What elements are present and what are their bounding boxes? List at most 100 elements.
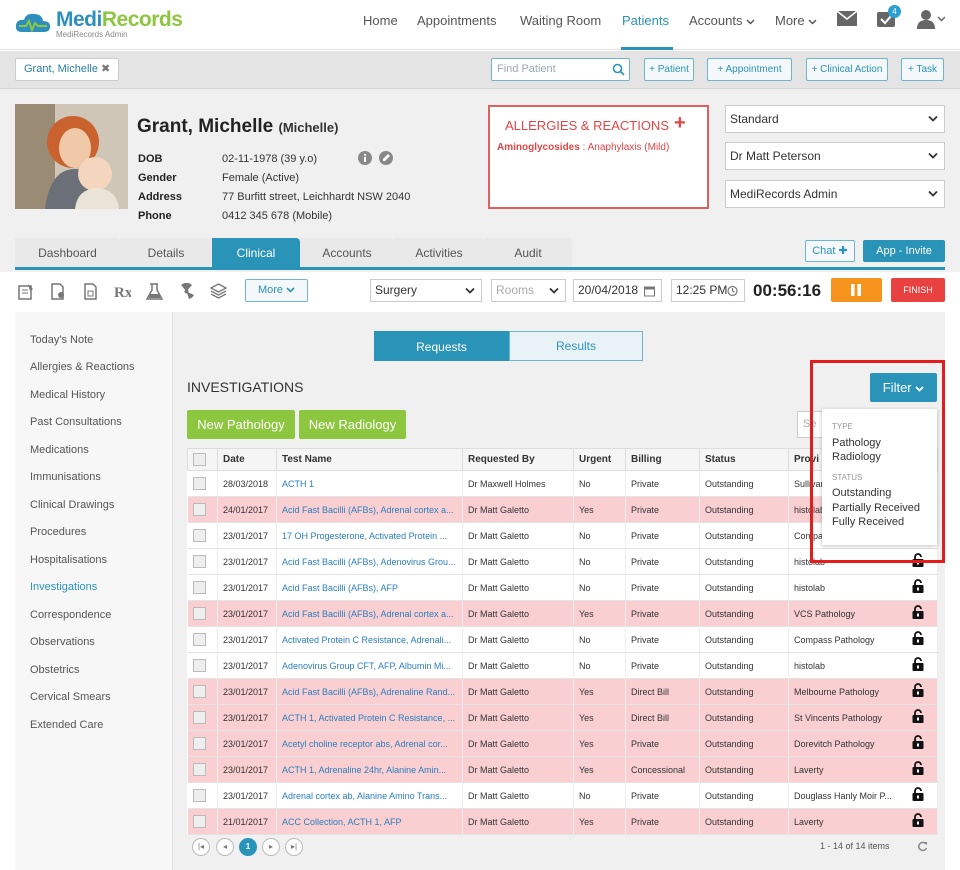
row-checkbox[interactable] [187,548,218,575]
finish-button[interactable]: FINISH [891,278,945,302]
report-icon[interactable] [83,283,99,300]
row-checkbox[interactable] [187,756,218,783]
cell-test-name[interactable]: Acetyl choline receptor abs, Adrenal cor… [276,730,463,757]
unlock-icon[interactable] [912,709,924,723]
table-row[interactable]: 23/01/2017 Acid Fast Bacilli (AFBs), Adre… [187,678,938,705]
find-patient-input[interactable]: Find Patient [491,58,630,81]
user-menu-icon[interactable] [917,9,945,29]
sidebar-item-medical-history[interactable]: Medical History [30,389,105,401]
table-row[interactable]: 23/01/2017 ACTH 1, Activated Protein C Re… [187,704,938,731]
select-all-checkbox[interactable] [187,448,218,471]
calendar-icon[interactable] [644,285,655,296]
edit-details-icon[interactable] [379,151,393,165]
first-page-button[interactable]: |◂ [192,838,210,856]
tab-results[interactable]: Results [509,331,643,361]
sidebar-item-allergies-reactions[interactable]: Allergies & Reactions [30,361,135,373]
tab-accounts[interactable]: Accounts [300,238,394,269]
sidebar-item-cervical-smears[interactable]: Cervical Smears [30,691,111,703]
rooms-select[interactable]: Rooms [491,279,566,302]
new-radiology-button[interactable]: New Radiology [299,410,406,439]
new-pathology-button[interactable]: New Pathology [187,410,295,439]
add-appointment-button[interactable]: + Appointment [707,58,792,81]
sidebar-item-clinical-drawings[interactable]: Clinical Drawings [30,499,114,511]
radiology-icon[interactable] [178,283,195,300]
nav-patients[interactable]: Patients [622,13,669,28]
clock-icon[interactable] [727,285,738,296]
unlock-icon[interactable] [912,787,924,801]
table-row[interactable]: 21/01/2017 ACC Collection, ACTH 1, AFP Dr … [187,808,938,835]
nav-more[interactable]: More [775,13,817,28]
cell-test-name[interactable]: Acid Fast Bacilli (AFBs), Adrenal cortex… [276,600,463,627]
page-1-button[interactable]: 1 [239,838,257,856]
unlock-icon[interactable] [912,813,924,827]
tab-audit[interactable]: Audit [484,238,572,269]
row-checkbox[interactable] [187,470,218,497]
document-add-icon[interactable] [50,283,66,300]
table-row[interactable]: 23/01/2017 Adrenal cortex ab, Alanine Ami… [187,782,938,809]
table-row[interactable]: 23/01/2017 Acid Fast Bacilli (AFBs), AFP D… [187,574,938,601]
row-checkbox[interactable] [187,496,218,523]
cell-test-name[interactable]: ACTH 1, Activated Protein C Resistance, … [276,704,463,731]
column-header-test-name[interactable]: Test Name [276,448,463,471]
open-patient-tab[interactable]: Grant, Michelle ✖ [15,58,120,81]
column-header-requested-by[interactable]: Requested By [462,448,574,471]
nav-home[interactable]: Home [363,13,398,28]
sidebar-item-hospitalisations[interactable]: Hospitalisations [30,554,107,566]
search-icon[interactable] [612,63,625,76]
table-row[interactable]: 23/01/2017 Acetyl choline receptor abs, A… [187,730,938,757]
add-clinical-action-button[interactable]: + Clinical Action [806,58,888,81]
column-header-status[interactable]: Status [699,448,789,471]
cell-test-name[interactable]: Acid Fast Bacilli (AFBs), Adenovirus Gro… [276,548,463,575]
sidebar-item-procedures[interactable]: Procedures [30,526,86,538]
sidebar-item-immunisations[interactable]: Immunisations [30,471,101,483]
sidebar-item-medications[interactable]: Medications [30,444,89,456]
unlock-icon[interactable] [912,605,924,619]
cell-test-name[interactable]: ACTH 1, Adrenaline 24hr, Alanine Amin... [276,756,463,783]
sidebar-item-investigations[interactable]: Investigations [30,581,97,593]
unlock-icon[interactable] [912,761,924,775]
cell-test-name[interactable]: Acid Fast Bacilli (AFBs), Adrenaline Ran… [276,678,463,705]
unlock-icon[interactable] [912,631,924,645]
row-checkbox[interactable] [187,522,218,549]
cell-test-name[interactable]: ACTH 1 [276,470,463,497]
sidebar-item-correspondence[interactable]: Correspondence [30,609,111,621]
sidebar-item-obstetrics[interactable]: Obstetrics [30,664,80,676]
row-checkbox[interactable] [187,626,218,653]
chat-button[interactable]: Chat ✚ [805,240,855,262]
last-page-button[interactable]: ▸| [285,838,303,856]
row-checkbox[interactable] [187,704,218,731]
app-invite-button[interactable]: App - Invite [863,240,945,262]
row-checkbox[interactable] [187,808,218,835]
sidebar-item-past-consultations[interactable]: Past Consultations [30,416,122,428]
row-checkbox[interactable] [187,730,218,757]
time-input[interactable]: 12:25 PM [671,279,745,302]
prescription-icon[interactable]: Rx [114,283,131,300]
nav-accounts[interactable]: Accounts [689,13,755,28]
appointment-type-select[interactable]: Standard [725,105,945,133]
mail-icon[interactable] [837,11,857,26]
unlock-icon[interactable] [912,657,924,671]
table-row[interactable]: 23/01/2017 Activated Protein C Resistance… [187,626,938,653]
table-row[interactable]: 23/01/2017 Adenovirus Group CFT, AFP, Alb… [187,652,938,679]
tab-requests[interactable]: Requests [374,331,509,361]
row-checkbox[interactable] [187,782,218,809]
unlock-icon[interactable] [912,683,924,697]
add-allergy-icon[interactable]: + [674,112,686,135]
cell-test-name[interactable]: 17 OH Progesterone, Activated Protein ..… [276,522,463,549]
table-row[interactable]: 23/01/2017 Acid Fast Bacilli (AFBs), Adre… [187,600,938,627]
row-checkbox[interactable] [187,678,218,705]
sidebar-item-today-s-note[interactable]: Today's Note [30,334,93,346]
close-icon[interactable]: ✖ [101,63,110,75]
doctor-select[interactable]: Dr Matt Peterson [725,142,945,170]
tab-dashboard[interactable]: Dashboard [15,238,120,269]
next-page-button[interactable]: ▸ [262,838,280,856]
unlock-icon[interactable] [912,579,924,593]
nav-waiting-room[interactable]: Waiting Room [520,13,601,28]
sidebar-item-observations[interactable]: Observations [30,636,95,648]
column-header-date[interactable]: Date [217,448,277,471]
cell-test-name[interactable]: Activated Protein C Resistance, Adrenali… [276,626,463,653]
cell-test-name[interactable]: Acid Fast Bacilli (AFBs), AFP [276,574,463,601]
prev-page-button[interactable]: ◂ [216,838,234,856]
cell-test-name[interactable]: Adenovirus Group CFT, AFP, Albumin Mi... [276,652,463,679]
tab-activities[interactable]: Activities [394,238,484,269]
